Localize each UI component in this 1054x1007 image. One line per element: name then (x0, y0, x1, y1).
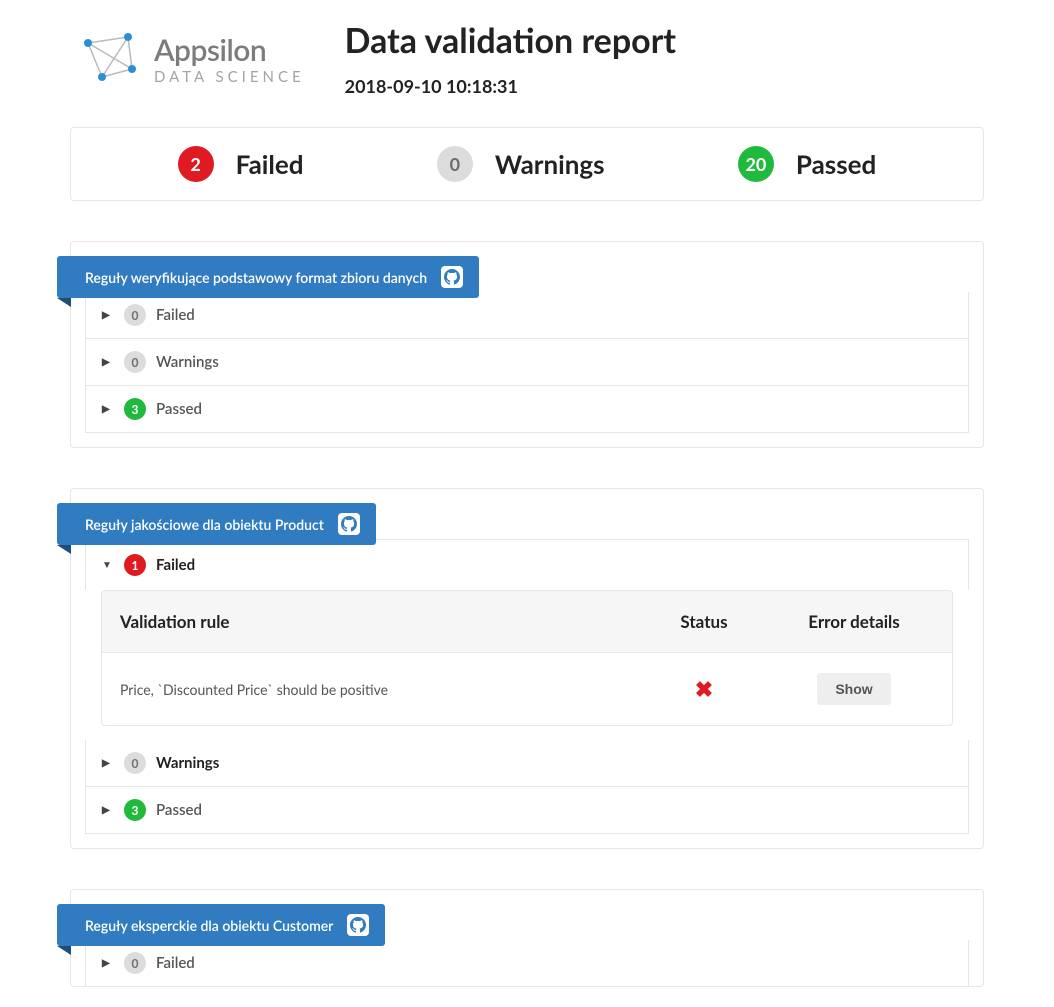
brand-sub: DATA SCIENCE (154, 68, 305, 86)
report-timestamp: 2018-09-10 10:18:31 (345, 75, 676, 97)
failed-label: Failed (236, 148, 304, 180)
section-product-quality: Reguły jakościowe dla obiektu Product ▼ … (70, 488, 984, 849)
row-passed[interactable]: ▶ 3 Passed (85, 386, 969, 433)
github-icon[interactable] (347, 914, 369, 936)
caret-right-icon: ▶ (102, 356, 114, 368)
section-basic-format: Reguły weryfikujące podstawowy format zb… (70, 241, 984, 448)
row-label: Warnings (156, 754, 219, 772)
section-tab: Reguły weryfikujące podstawowy format zb… (57, 256, 479, 298)
validation-rule-table: Validation rule Status Error details Pri… (101, 590, 953, 726)
count-badge: 0 (124, 752, 146, 774)
logo-block: Appsilon DATA SCIENCE (80, 29, 305, 89)
count-badge: 3 (124, 398, 146, 420)
row-label: Failed (156, 954, 195, 972)
failed-count-badge: 2 (178, 146, 214, 182)
row-warnings[interactable]: ▶ 0 Warnings (85, 339, 969, 386)
row-label: Passed (156, 400, 202, 418)
caret-right-icon: ▶ (102, 757, 114, 769)
row-passed[interactable]: ▶ 3 Passed (85, 787, 969, 834)
col-rule: Validation rule (120, 611, 634, 632)
warnings-count-badge: 0 (437, 146, 473, 182)
summary-warnings: 0 Warnings (437, 146, 605, 182)
count-badge: 3 (124, 799, 146, 821)
count-badge: 0 (124, 304, 146, 326)
row-failed-expanded[interactable]: ▼ 1 Failed (85, 539, 969, 590)
section-tab: Reguły eksperckie dla obiektu Customer (57, 904, 385, 946)
section-customer-expert: Reguły eksperckie dla obiektu Customer ▶… (70, 889, 984, 987)
count-badge: 0 (124, 952, 146, 974)
rule-text: Price, `Discounted Price` should be posi… (120, 681, 634, 698)
logo-icon (80, 29, 140, 89)
caret-right-icon: ▶ (102, 804, 114, 816)
row-label: Failed (156, 306, 195, 324)
fail-x-icon: ✖ (695, 675, 713, 702)
col-status: Status (634, 611, 774, 632)
count-badge: 1 (124, 554, 146, 576)
row-warnings[interactable]: ▶ 0 Warnings (85, 740, 969, 787)
github-icon[interactable] (441, 266, 463, 288)
row-failed[interactable]: ▶ 0 Failed (85, 940, 969, 986)
col-details: Error details (774, 611, 934, 632)
summary-failed: 2 Failed (178, 146, 304, 182)
summary-bar: 2 Failed 0 Warnings 20 Passed (70, 127, 984, 201)
caret-down-icon: ▼ (102, 559, 114, 571)
caret-right-icon: ▶ (102, 403, 114, 415)
passed-label: Passed (796, 148, 876, 180)
row-failed[interactable]: ▶ 0 Failed (85, 292, 969, 339)
warnings-label: Warnings (495, 148, 605, 180)
row-label: Passed (156, 801, 202, 819)
section-title: Reguły jakościowe dla obiektu Product (85, 516, 324, 533)
row-label: Warnings (156, 353, 219, 371)
row-label: Failed (156, 556, 195, 574)
section-title: Reguły weryfikujące podstawowy format zb… (85, 269, 427, 286)
show-button[interactable]: Show (817, 673, 890, 705)
github-icon[interactable] (338, 513, 360, 535)
section-tab: Reguły jakościowe dla obiektu Product (57, 503, 376, 545)
page-title: Data validation report (345, 20, 676, 61)
report-header: Appsilon DATA SCIENCE Data validation re… (40, 20, 1014, 97)
count-badge: 0 (124, 351, 146, 373)
passed-count-badge: 20 (738, 146, 774, 182)
section-title: Reguły eksperckie dla obiektu Customer (85, 917, 333, 934)
caret-right-icon: ▶ (102, 957, 114, 969)
summary-passed: 20 Passed (738, 146, 876, 182)
caret-right-icon: ▶ (102, 309, 114, 321)
brand-name: Appsilon (154, 32, 305, 68)
